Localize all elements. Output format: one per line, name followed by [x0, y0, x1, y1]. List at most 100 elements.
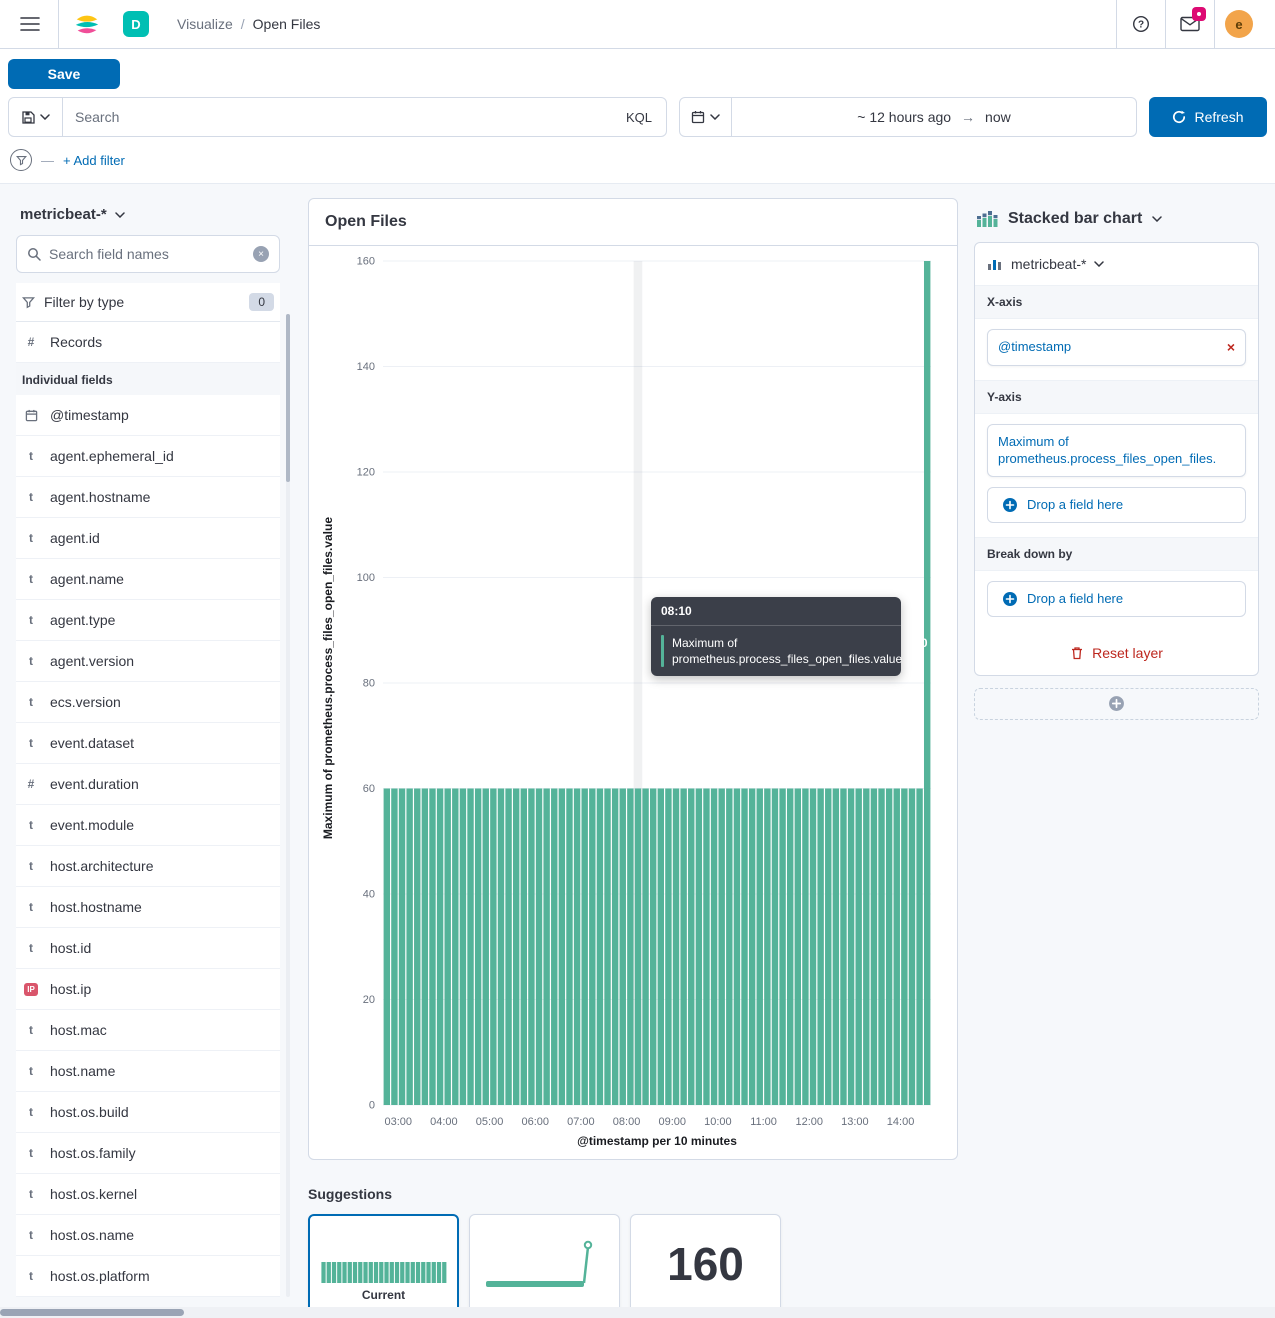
string-field-icon: t [22, 734, 40, 752]
suggestion-current-chart [319, 1226, 449, 1284]
filter-menu-button[interactable] [10, 149, 32, 171]
field-item-records[interactable]: # Records [16, 322, 280, 363]
layer-index-pattern-button[interactable]: metricbeat-* [975, 243, 1258, 285]
breadcrumb: Visualize / Open Files [177, 16, 320, 32]
field-item[interactable]: tagent.version [16, 641, 280, 682]
x-axis-dimension-chip[interactable]: @timestamp × [987, 329, 1246, 366]
open-files-chart[interactable]: 02040608010012014016003:0004:0005:0006:0… [339, 247, 939, 1155]
breadcrumb-section[interactable]: Visualize [177, 16, 233, 32]
calendar-icon [691, 110, 705, 124]
search-input[interactable] [63, 109, 612, 125]
add-filter-button[interactable]: + Add filter [63, 153, 125, 168]
field-name: host.os.name [50, 1227, 134, 1243]
field-name: host.ip [50, 981, 91, 997]
field-item[interactable]: tagent.id [16, 518, 280, 559]
suggestion-line-card[interactable] [469, 1214, 620, 1314]
field-name: agent.type [50, 612, 115, 628]
field-item[interactable]: t host.hostname [16, 887, 280, 928]
plus-in-circle-icon [1002, 591, 1018, 607]
string-field-icon: t [22, 1185, 40, 1203]
plus-in-circle-icon [1002, 497, 1018, 513]
field-item[interactable]: tevent.dataset [16, 723, 280, 764]
suggestions-section: Suggestions Current 160 [308, 1186, 958, 1314]
date-quick-menu-button[interactable] [680, 98, 732, 136]
plus-in-circle-icon [1108, 695, 1125, 712]
chart-type-switcher[interactable]: Stacked bar chart [974, 198, 1259, 242]
field-item[interactable]: tagent.type [16, 600, 280, 641]
tooltip-time: 08:10 [651, 597, 901, 626]
add-layer-button[interactable] [974, 688, 1259, 720]
field-item[interactable]: tagent.hostname [16, 477, 280, 518]
field-item[interactable]: thost.name [16, 1051, 280, 1092]
field-item[interactable]: thost.os.platform [16, 1256, 280, 1297]
field-name: host.hostname [50, 899, 142, 915]
help-button[interactable]: ? [1117, 0, 1165, 48]
svg-text:0: 0 [369, 1100, 375, 1112]
svg-text:04:00: 04:00 [430, 1116, 458, 1128]
remove-dimension-icon[interactable]: × [1219, 338, 1235, 357]
time-range-to[interactable]: now [985, 109, 1011, 125]
sidebar-scrollbar-thumb[interactable] [286, 314, 290, 482]
drop-field-label: Drop a field here [1027, 591, 1123, 606]
field-name: host.os.platform [50, 1268, 150, 1284]
reset-layer-button[interactable]: Reset layer [975, 631, 1258, 675]
elastic-logo-icon [73, 10, 101, 38]
svg-text:40: 40 [363, 889, 375, 901]
svg-text:160: 160 [357, 256, 375, 268]
string-field-icon: t [22, 693, 40, 711]
notifications-button[interactable] [1166, 0, 1214, 48]
field-item[interactable]: thost.os.family [16, 1133, 280, 1174]
menu-button[interactable] [12, 6, 48, 42]
field-item[interactable]: IPhost.ip [16, 969, 280, 1010]
field-search-box: × [16, 235, 280, 273]
horizontal-scrollbar-thumb[interactable] [0, 1309, 184, 1316]
filter-by-type-label: Filter by type [44, 294, 124, 310]
config-panel: Stacked bar chart metricbeat-* X-axis [974, 198, 1259, 720]
horizontal-scrollbar [0, 1307, 1275, 1318]
field-item[interactable]: @timestamp [16, 395, 280, 436]
top-bar: D Visualize / Open Files ? e [0, 0, 1275, 49]
index-pattern-name: metricbeat-* [20, 206, 107, 223]
time-range[interactable]: ~ 12 hours ago → now [732, 109, 1136, 125]
string-field-icon: t [22, 898, 40, 916]
field-item[interactable]: thost.architecture [16, 846, 280, 887]
field-item[interactable]: thost.os.name [16, 1215, 280, 1256]
space-badge[interactable]: D [123, 11, 149, 37]
number-field-icon: # [22, 333, 40, 351]
field-item[interactable]: thost.os.kernel [16, 1174, 280, 1215]
field-search-input[interactable] [49, 246, 245, 262]
suggestion-metric-card[interactable]: 160 [630, 1214, 781, 1314]
query-language-button[interactable]: KQL [612, 98, 666, 136]
filter-icon [22, 296, 35, 309]
refresh-button[interactable]: Refresh [1149, 97, 1267, 137]
layer-panel: metricbeat-* X-axis @timestamp × Y-axis … [974, 242, 1259, 676]
suggestion-current-card[interactable]: Current [308, 1214, 459, 1314]
string-field-icon: t [22, 447, 40, 465]
filter-by-type-button[interactable]: Filter by type 0 [16, 283, 280, 322]
elastic-logo[interactable] [69, 6, 105, 42]
field-item[interactable]: thost.mac [16, 1010, 280, 1051]
svg-text:03:00: 03:00 [384, 1116, 412, 1128]
field-item[interactable]: thost.os.build [16, 1092, 280, 1133]
field-item[interactable]: tagent.ephemeral_id [16, 436, 280, 477]
sidebar-scrollbar [286, 314, 290, 1297]
field-item[interactable]: tagent.name [16, 559, 280, 600]
y-axis-dimension-chip[interactable]: Maximum of prometheus.process_files_open… [987, 424, 1246, 477]
user-menu-button[interactable]: e [1215, 0, 1263, 48]
y-axis-drop-target[interactable]: Drop a field here [987, 487, 1246, 523]
clear-search-button[interactable]: × [253, 246, 269, 262]
filter-bar: — + Add filter [0, 147, 1275, 184]
drop-field-label: Drop a field here [1027, 497, 1123, 512]
field-item[interactable]: tecs.version [16, 682, 280, 723]
string-field-icon: t [22, 939, 40, 957]
field-name: host.name [50, 1063, 115, 1079]
save-button[interactable]: Save [8, 59, 120, 89]
index-pattern-switcher[interactable]: metricbeat-* [16, 198, 280, 235]
field-item[interactable]: tevent.module [16, 805, 280, 846]
field-name: host.os.build [50, 1104, 129, 1120]
break-down-drop-target[interactable]: Drop a field here [987, 581, 1246, 617]
saved-query-menu-button[interactable] [9, 98, 63, 136]
field-item[interactable]: thost.id [16, 928, 280, 969]
field-item[interactable]: #event.duration [16, 764, 280, 805]
time-range-from[interactable]: ~ 12 hours ago [857, 109, 951, 125]
